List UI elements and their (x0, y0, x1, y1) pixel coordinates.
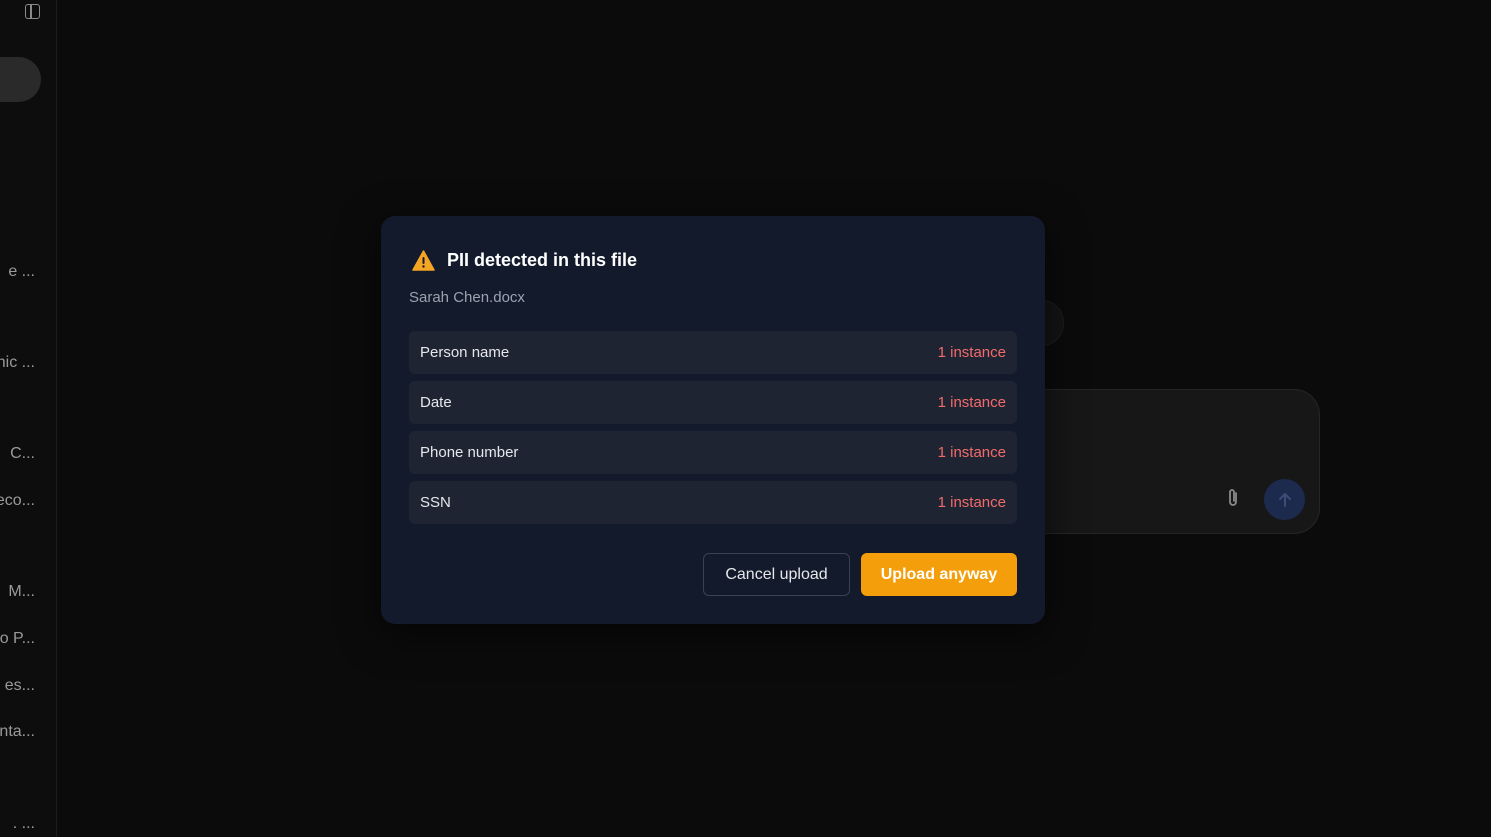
cancel-upload-button[interactable]: Cancel upload (703, 553, 850, 596)
pii-count-label: 1 instance (937, 494, 1006, 511)
pii-type-label: Phone number (420, 444, 519, 461)
sidebar-item[interactable]: e ... (8, 262, 35, 282)
pii-type-label: Person name (420, 344, 510, 361)
send-button[interactable] (1264, 479, 1305, 520)
upload-anyway-button[interactable]: Upload anyway (861, 553, 1017, 596)
sidebar-item[interactable]: . ... (13, 814, 35, 834)
pii-count-label: 1 instance (937, 394, 1006, 411)
pii-type-label: SSN (420, 494, 451, 511)
sidebar-item[interactable]: C... (10, 444, 35, 464)
pii-finding-row: SSN 1 instance (409, 481, 1017, 524)
pii-findings-list: Person name 1 instance Date 1 instance P… (409, 331, 1017, 531)
dialog-title: PII detected in this file (447, 250, 638, 270)
pii-count-label: 1 instance (937, 444, 1006, 461)
new-chat-button[interactable] (0, 57, 41, 102)
sidebar-item[interactable]: eco... (0, 491, 35, 511)
sidebar-item[interactable]: M... (8, 582, 35, 602)
sidebar-item[interactable]: nta... (0, 722, 35, 742)
chevron-left-icon[interactable]: ‹ (0, 2, 1, 18)
pii-type-label: Date (420, 394, 452, 411)
pii-finding-row: Person name 1 instance (409, 331, 1017, 374)
pii-finding-row: Date 1 instance (409, 381, 1017, 424)
sidebar-item[interactable]: es... (5, 676, 35, 696)
sidebar: ‹ e ... nic ... C... eco... M... o P... … (0, 0, 57, 837)
arrow-up-icon (1278, 492, 1291, 507)
warning-triangle-icon (412, 250, 435, 271)
pii-finding-row: Phone number 1 instance (409, 431, 1017, 474)
sidebar-toggle-icon[interactable] (25, 4, 40, 19)
pii-count-label: 1 instance (937, 344, 1006, 361)
sidebar-item[interactable]: nic ... (0, 353, 35, 373)
file-name: Sarah Chen.docx (409, 289, 525, 306)
sidebar-item[interactable]: o P... (0, 629, 35, 649)
paperclip-icon[interactable] (1223, 487, 1243, 509)
